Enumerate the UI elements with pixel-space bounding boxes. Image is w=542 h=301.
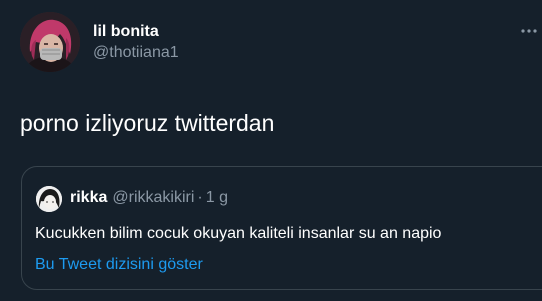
tweet: lil bonita @thotiiana1 porno izliyoruz t… (0, 0, 542, 301)
more-horizontal-icon[interactable] (520, 24, 538, 38)
avatar[interactable] (20, 12, 80, 72)
dot-separator: · (197, 189, 203, 206)
quoted-avatar[interactable] (36, 186, 62, 212)
quoted-handle[interactable]: @rikkakikiri (112, 189, 194, 206)
display-name[interactable]: lil bonita (93, 22, 179, 42)
quoted-tweet[interactable]: rikka @rikkakikiri · 1 g Kucukken bilim coc… (21, 166, 542, 290)
quoted-avatar-image (36, 186, 62, 212)
avatar-image (20, 12, 80, 72)
quoted-display-name[interactable]: rikka (70, 189, 107, 206)
tweet-author: lil bonita @thotiiana1 (93, 22, 179, 63)
quoted-text: Kucukken bilim cocuk okuyan kaliteli ins… (35, 225, 442, 242)
quoted-header: rikka @rikkakikiri · 1 g (70, 188, 228, 208)
quoted-timestamp[interactable]: 1 g (206, 189, 228, 206)
user-handle[interactable]: @thotiiana1 (93, 43, 179, 63)
tweet-text: porno izliyoruz twitterdan (20, 110, 275, 136)
show-thread-link[interactable]: Bu Tweet dizisini göster (35, 254, 203, 276)
